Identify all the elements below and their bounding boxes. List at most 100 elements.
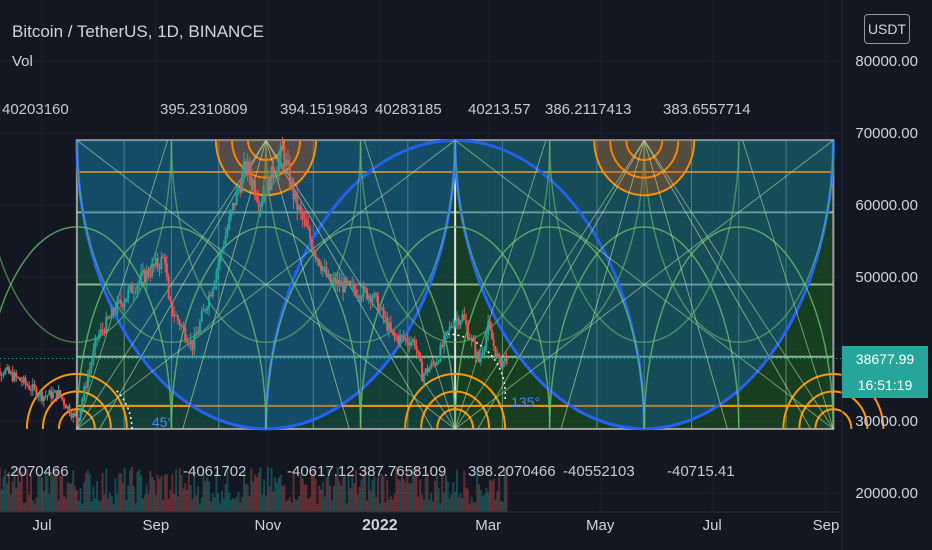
candle-body xyxy=(386,317,389,331)
volume-bar xyxy=(413,476,416,512)
volume-bar xyxy=(118,473,121,512)
candle-body xyxy=(351,283,354,285)
candle-body xyxy=(235,189,238,206)
candle-body xyxy=(358,296,361,299)
candle-body xyxy=(246,161,249,172)
volume-bar xyxy=(96,481,99,512)
candle-body xyxy=(129,284,132,290)
volume-bar xyxy=(68,483,71,512)
candle-body xyxy=(7,366,10,374)
candle-body xyxy=(279,145,282,159)
time-tick-label: Jul xyxy=(703,517,722,534)
volume-bar xyxy=(197,485,200,512)
candle-body xyxy=(59,390,62,397)
volume-bar xyxy=(116,493,119,512)
volume-bar xyxy=(298,496,301,512)
volume-bar xyxy=(6,483,9,512)
gann-top-label: 40203160 xyxy=(2,101,69,118)
volume-bar xyxy=(132,486,135,512)
candle-body xyxy=(75,416,78,423)
volume-bar xyxy=(230,499,233,512)
currency-button[interactable]: USDT xyxy=(864,14,910,44)
candle-body xyxy=(53,390,56,393)
volume-bar xyxy=(235,496,238,512)
price-chart[interactable]: 40203160 395.2310809 394.1519843 40283185 40… xyxy=(0,0,932,550)
candle-body xyxy=(263,195,266,203)
volume-bar xyxy=(393,493,396,512)
candle-body xyxy=(70,414,73,418)
candle-body xyxy=(349,281,352,284)
volume-bar xyxy=(72,470,75,512)
volume-bar xyxy=(472,502,475,512)
candle-body xyxy=(242,161,245,173)
volume-bar xyxy=(29,475,32,512)
volume-indicator-label[interactable]: Vol xyxy=(12,53,33,70)
candle-body xyxy=(85,386,88,388)
volume-bar xyxy=(305,484,308,512)
candle-body xyxy=(97,334,100,340)
candle-body xyxy=(494,345,497,357)
candle-body xyxy=(248,161,251,177)
volume-bar xyxy=(141,498,144,512)
volume-bar xyxy=(147,494,150,512)
volume-bar xyxy=(255,477,258,512)
candle-body xyxy=(281,145,284,148)
volume-bar xyxy=(490,480,493,512)
volume-bar xyxy=(316,503,319,512)
candle-body xyxy=(316,258,319,260)
volume-bar xyxy=(459,493,462,512)
candle-body xyxy=(318,259,321,266)
candle-body xyxy=(167,276,170,299)
candle-body xyxy=(136,284,139,292)
volume-bar xyxy=(410,482,413,512)
candle-body xyxy=(342,281,345,293)
volume-bar xyxy=(85,473,88,512)
volume-bar xyxy=(48,494,51,512)
candle-body xyxy=(220,249,223,253)
volume-bar xyxy=(52,475,55,512)
candle-body xyxy=(66,406,69,409)
candle-body xyxy=(125,298,128,302)
candle-body xyxy=(413,339,416,347)
candle-body xyxy=(165,263,168,277)
gann-box-drawing[interactable] xyxy=(0,139,885,431)
volume-bar xyxy=(86,469,89,512)
gann-bottom-label: -4061702 xyxy=(183,463,246,480)
volume-bar xyxy=(303,485,306,512)
candle-body xyxy=(388,322,391,331)
candle-body xyxy=(257,200,260,207)
candle-body xyxy=(389,322,392,330)
candle-body xyxy=(373,293,376,298)
candle-body xyxy=(287,159,290,163)
candle-body xyxy=(24,377,27,385)
candle-body xyxy=(57,390,60,399)
candle-body xyxy=(448,326,451,332)
volume-bar xyxy=(274,477,277,512)
price-tick-label: 60000.00 xyxy=(855,197,918,214)
volume-bar xyxy=(99,501,102,512)
volume-bar xyxy=(153,480,155,512)
candle-body xyxy=(72,413,75,418)
volume-bar xyxy=(283,484,286,512)
countdown-tag: 16:51:19 xyxy=(842,372,928,398)
volume-bar xyxy=(382,476,385,512)
volume-bar xyxy=(494,499,497,512)
volume-bar xyxy=(428,499,431,512)
candle-body xyxy=(230,210,233,217)
volume-bar xyxy=(175,469,178,512)
volume-bar xyxy=(151,476,154,512)
candle-body xyxy=(446,331,449,333)
candle-body xyxy=(296,192,299,210)
symbol-title[interactable]: Bitcoin / TetherUS, 1D, BINANCE xyxy=(12,22,264,42)
volume-bar xyxy=(130,466,133,512)
candle-body xyxy=(149,275,152,277)
volume-bar xyxy=(400,475,403,512)
volume-bar xyxy=(114,478,117,512)
candle-body xyxy=(468,337,471,340)
volume-bar xyxy=(479,490,482,512)
volume-bar xyxy=(408,483,411,512)
volume-bar xyxy=(496,490,499,512)
gann-top-label: 395.2310809 xyxy=(160,101,248,118)
candle-body xyxy=(455,318,458,322)
candle-body xyxy=(118,299,121,302)
